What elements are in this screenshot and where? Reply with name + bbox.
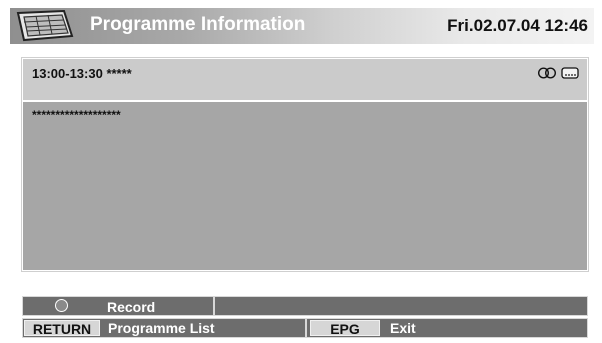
exit-label: Exit: [390, 320, 416, 336]
programme-slot-header: 13:00-13:30 *****: [23, 59, 587, 102]
divider: [213, 297, 215, 315]
subtitle-icon: [561, 67, 579, 79]
programme-list-label: Programme List: [108, 320, 215, 336]
date-time: Fri.02.07.04 12:46: [447, 16, 588, 35]
epg-key[interactable]: EPG: [310, 320, 380, 337]
record-circle-icon: [55, 299, 68, 312]
record-row: Record: [22, 296, 588, 316]
return-key[interactable]: RETURN: [24, 320, 100, 337]
programme-panel: 13:00-13:30 ***** *******************: [22, 58, 588, 271]
programme-description: *******************: [32, 108, 121, 122]
stereo-icon: [537, 67, 557, 79]
navigation-row: RETURN Programme List EPG Exit: [22, 318, 588, 338]
divider: [305, 319, 307, 337]
page-title: Programme Information: [90, 14, 306, 35]
record-button[interactable]: Record: [107, 299, 155, 315]
header-bar: Programme Information Fri.02.07.04 12:46: [10, 8, 594, 44]
programme-information-screen: Programme Information Fri.02.07.04 12:46…: [0, 0, 602, 343]
guide-book-icon: [16, 10, 74, 42]
programme-time-slot: 13:00-13:30 *****: [32, 66, 132, 81]
